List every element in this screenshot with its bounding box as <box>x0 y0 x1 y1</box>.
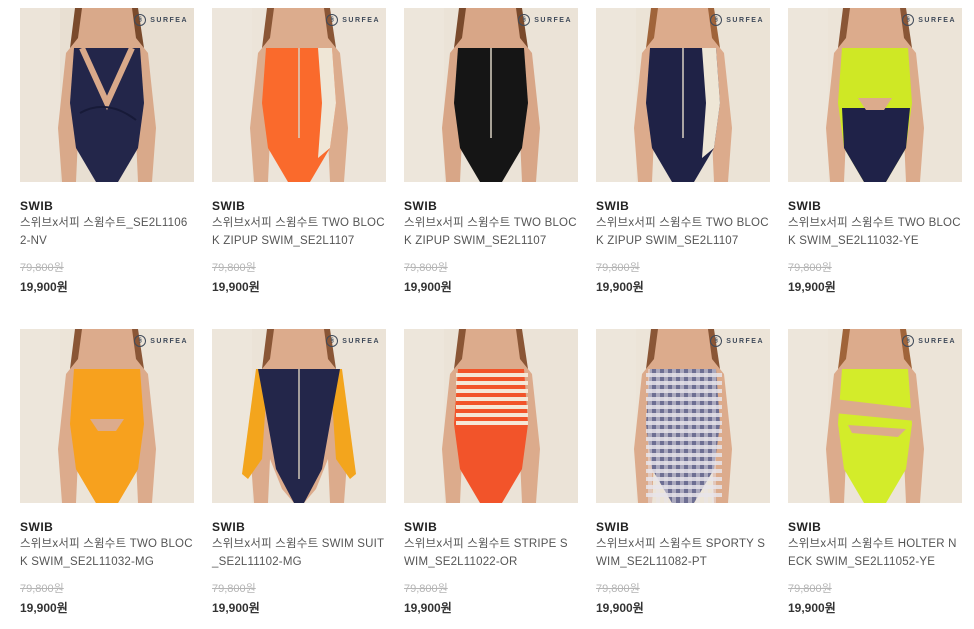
product-name[interactable]: 스위브x서피 스윔수트 TWO BLOCK SWIM_SE2L11032-YE <box>788 214 962 250</box>
product-name[interactable]: 스위브x서피 스윔수트 TWO BLOCK ZIPUP SWIM_SE2L110… <box>212 214 386 250</box>
surfea-logo-text: SURFEA <box>342 16 380 24</box>
surfea-logo-mark-icon: § <box>902 335 915 347</box>
product-card[interactable]: § SURFEA SWIB 스위브x서피 스윔수트 TWO BLOCK ZIPUP… <box>212 8 386 303</box>
surfea-logo: § SURFEA <box>902 14 956 26</box>
product-card[interactable]: SWIB 스위브x서피 스윔수트 STRIPE SWIM_SE2L11022-O… <box>404 329 578 624</box>
surfea-logo-text: SURFEA <box>342 337 380 345</box>
product-image[interactable]: § SURFEA <box>212 329 386 503</box>
swimsuit-photo <box>404 8 578 182</box>
product-name[interactable]: 스위브x서피 스윔수트_SE2L11062-NV <box>20 214 194 250</box>
surfea-logo-text: SURFEA <box>918 337 956 345</box>
product-name[interactable]: 스위브x서피 스윔수트 TWO BLOCK ZIPUP SWIM_SE2L110… <box>596 214 770 250</box>
surfea-logo-text: SURFEA <box>534 16 572 24</box>
product-name[interactable]: 스위브x서피 스윔수트 STRIPE SWIM_SE2L11022-OR <box>404 535 578 571</box>
sale-price: 19,900원 <box>596 280 644 294</box>
product-card[interactable]: § SURFEA SWIB 스위브x서피 스윔수트 TWO BLOCK SWIM_… <box>788 8 962 303</box>
surfea-logo-text: SURFEA <box>150 337 188 345</box>
swimsuit-photo <box>212 8 386 182</box>
original-price: 79,800원 <box>404 583 448 595</box>
original-price: 79,800원 <box>212 262 256 274</box>
sale-price: 19,900원 <box>212 280 260 294</box>
surfea-logo-mark-icon: § <box>134 14 147 26</box>
product-grid: § SURFEA SWIB 스위브x서피 스윔수트_SE2L11062-NV 79… <box>20 8 965 624</box>
surfea-logo: § SURFEA <box>518 14 572 26</box>
swimsuit-photo <box>596 8 770 182</box>
sale-price: 19,900원 <box>596 601 644 615</box>
product-name[interactable]: 스위브x서피 스윔수트 TWO BLOCK SWIM_SE2L11032-MG <box>20 535 194 571</box>
product-brand: SWIB <box>20 199 54 213</box>
original-price: 79,800원 <box>788 583 832 595</box>
product-card[interactable]: § SURFEA SWIB 스위브x서피 스윔수트 SWIM SUIT_SE2L1… <box>212 329 386 624</box>
surfea-logo-mark-icon: § <box>326 14 339 26</box>
sale-price: 19,900원 <box>20 601 68 615</box>
swimsuit-photo <box>20 329 194 503</box>
product-name[interactable]: 스위브x서피 스윔수트 SWIM SUIT_SE2L11102-MG <box>212 535 386 571</box>
surfea-logo-text: SURFEA <box>726 16 764 24</box>
product-image[interactable]: § SURFEA <box>596 329 770 503</box>
product-brand: SWIB <box>212 199 246 213</box>
product-brand: SWIB <box>404 520 438 534</box>
product-name[interactable]: 스위브x서피 스윔수트 SPORTY SWIM_SE2L11082-PT <box>596 535 770 571</box>
surfea-logo: § SURFEA <box>326 14 380 26</box>
swimsuit-photo <box>788 329 962 503</box>
original-price: 79,800원 <box>212 583 256 595</box>
original-price: 79,800원 <box>596 262 640 274</box>
sale-price: 19,900원 <box>788 601 836 615</box>
sale-price: 19,900원 <box>404 601 452 615</box>
product-name[interactable]: 스위브x서피 스윔수트 HOLTER NECK SWIM_SE2L11052-Y… <box>788 535 962 571</box>
swimsuit-photo <box>596 329 770 503</box>
product-name[interactable]: 스위브x서피 스윔수트 TWO BLOCK ZIPUP SWIM_SE2L110… <box>404 214 578 250</box>
product-image[interactable] <box>404 329 578 503</box>
product-card[interactable]: § SURFEA SWIB 스위브x서피 스윔수트 TWO BLOCK ZIPUP… <box>404 8 578 303</box>
product-image[interactable]: § SURFEA <box>404 8 578 182</box>
sale-price: 19,900원 <box>20 280 68 294</box>
surfea-logo: § SURFEA <box>902 335 956 347</box>
surfea-logo: § SURFEA <box>710 335 764 347</box>
original-price: 79,800원 <box>596 583 640 595</box>
sale-price: 19,900원 <box>212 601 260 615</box>
product-brand: SWIB <box>788 199 822 213</box>
swimsuit-photo <box>788 8 962 182</box>
surfea-logo: § SURFEA <box>710 14 764 26</box>
swimsuit-photo <box>404 329 578 503</box>
swimsuit-photo <box>20 8 194 182</box>
product-card[interactable]: § SURFEA SWIB 스위브x서피 스윔수트 TWO BLOCK SWIM_… <box>20 329 194 624</box>
swimsuit-photo <box>212 329 386 503</box>
product-brand: SWIB <box>788 520 822 534</box>
surfea-logo-text: SURFEA <box>150 16 188 24</box>
surfea-logo: § SURFEA <box>134 335 188 347</box>
surfea-logo-mark-icon: § <box>902 14 915 26</box>
original-price: 79,800원 <box>20 583 64 595</box>
surfea-logo-text: SURFEA <box>726 337 764 345</box>
product-image[interactable]: § SURFEA <box>20 8 194 182</box>
surfea-logo: § SURFEA <box>326 335 380 347</box>
surfea-logo-mark-icon: § <box>518 14 531 26</box>
product-image[interactable]: § SURFEA <box>788 8 962 182</box>
original-price: 79,800원 <box>20 262 64 274</box>
surfea-logo-text: SURFEA <box>918 16 956 24</box>
surfea-logo-mark-icon: § <box>326 335 339 347</box>
product-brand: SWIB <box>20 520 54 534</box>
product-brand: SWIB <box>404 199 438 213</box>
product-brand: SWIB <box>212 520 246 534</box>
original-price: 79,800원 <box>404 262 448 274</box>
surfea-logo-mark-icon: § <box>710 14 723 26</box>
sale-price: 19,900원 <box>788 280 836 294</box>
product-image[interactable]: § SURFEA <box>788 329 962 503</box>
product-image[interactable]: § SURFEA <box>596 8 770 182</box>
product-card[interactable]: § SURFEA SWIB 스위브x서피 스윔수트 SPORTY SWIM_SE2… <box>596 329 770 624</box>
sale-price: 19,900원 <box>404 280 452 294</box>
product-image[interactable]: § SURFEA <box>212 8 386 182</box>
product-brand: SWIB <box>596 199 630 213</box>
original-price: 79,800원 <box>788 262 832 274</box>
surfea-logo: § SURFEA <box>134 14 188 26</box>
product-card[interactable]: § SURFEA SWIB 스위브x서피 스윔수트_SE2L11062-NV 79… <box>20 8 194 303</box>
product-card[interactable]: § SURFEA SWIB 스위브x서피 스윔수트 HOLTER NECK SWI… <box>788 329 962 624</box>
surfea-logo-mark-icon: § <box>134 335 147 347</box>
product-image[interactable]: § SURFEA <box>20 329 194 503</box>
surfea-logo-mark-icon: § <box>710 335 723 347</box>
product-card[interactable]: § SURFEA SWIB 스위브x서피 스윔수트 TWO BLOCK ZIPUP… <box>596 8 770 303</box>
product-brand: SWIB <box>596 520 630 534</box>
